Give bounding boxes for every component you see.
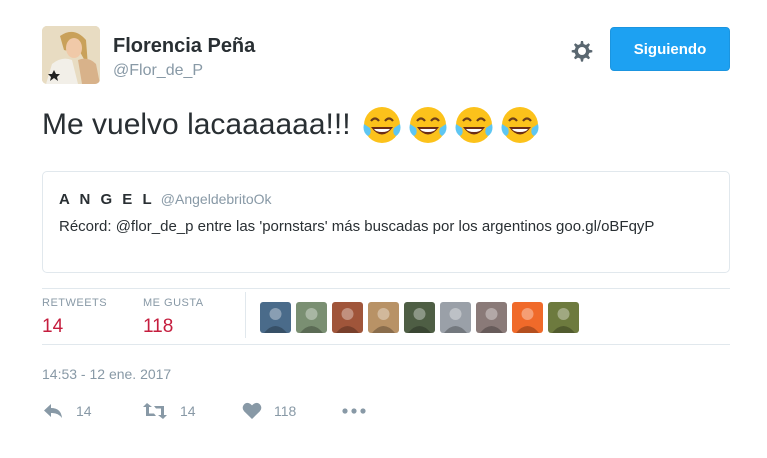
user-avatar-1[interactable]: [260, 302, 291, 333]
tweet-text-container: Me vuelvo lacaaaaaa!!!: [42, 104, 541, 146]
tears-of-joy-emoji-icon: [455, 107, 493, 143]
retweets-label: RETWEETS: [42, 297, 108, 309]
retweet-count: 14: [180, 403, 196, 419]
tears-of-joy-emoji-icon: [501, 107, 539, 143]
user-avatar-2[interactable]: [296, 302, 327, 333]
likes-value: 118: [143, 316, 174, 337]
author-display-name[interactable]: Florencia Peña: [113, 35, 255, 58]
user-avatar-6[interactable]: [440, 302, 471, 333]
more-button[interactable]: [342, 408, 366, 414]
author-avatar-image: [42, 26, 100, 84]
tweet-card: Florencia Peña @Flor_de_P Siguiendo Me v…: [0, 0, 767, 458]
quoted-tweet[interactable]: A N G E L @AngeldebritoOk Récord: @flor_…: [42, 171, 730, 273]
user-avatar-7[interactable]: [476, 302, 507, 333]
quoted-tweet-text: Récord: @flor_de_p entre las 'pornstars'…: [59, 218, 655, 235]
stats-bottom-divider: [42, 344, 730, 345]
liker-avatars: [260, 302, 579, 333]
quoted-author-name: A N G E L: [59, 191, 155, 208]
user-avatar-3[interactable]: [332, 302, 363, 333]
gear-icon[interactable]: [567, 37, 595, 65]
user-avatar-5[interactable]: [404, 302, 435, 333]
retweet-icon: [143, 403, 167, 419]
reply-icon: [44, 404, 62, 418]
retweets-stat[interactable]: RETWEETS 14: [42, 297, 107, 338]
tweet-text: Me vuelvo lacaaaaaa!!!: [42, 108, 351, 141]
reply-button[interactable]: 14: [42, 402, 142, 420]
tears-of-joy-emoji-icon: [363, 107, 401, 143]
likes-label: ME GUSTA: [143, 297, 204, 309]
tweet-timestamp[interactable]: 14:53 - 12 ene. 2017: [42, 366, 171, 382]
emoji-row: [361, 104, 541, 146]
following-button[interactable]: Siguiendo: [610, 27, 730, 71]
heart-icon: [242, 402, 262, 419]
stats-separator: [245, 292, 246, 338]
like-count: 118: [274, 403, 297, 419]
author-avatar[interactable]: [42, 26, 100, 84]
tears-of-joy-emoji-icon: [409, 107, 447, 143]
likes-stat[interactable]: ME GUSTA 118: [143, 297, 204, 338]
user-avatar-9[interactable]: [548, 302, 579, 333]
more-dots-icon: [342, 408, 366, 414]
like-button[interactable]: 118: [242, 402, 342, 420]
author-handle[interactable]: @Flor_de_P: [113, 62, 203, 80]
user-avatar-4[interactable]: [368, 302, 399, 333]
retweet-button[interactable]: 14: [142, 402, 242, 420]
user-avatar-8[interactable]: [512, 302, 543, 333]
quoted-tweet-header: A N G E L @AngeldebritoOk: [59, 190, 713, 209]
reply-count: 14: [76, 403, 92, 419]
quoted-author-handle: @AngeldebritoOk: [160, 191, 272, 207]
stats-top-divider: [42, 288, 730, 289]
retweets-value: 14: [42, 316, 64, 337]
tweet-actions: 14 14 118: [42, 402, 366, 420]
